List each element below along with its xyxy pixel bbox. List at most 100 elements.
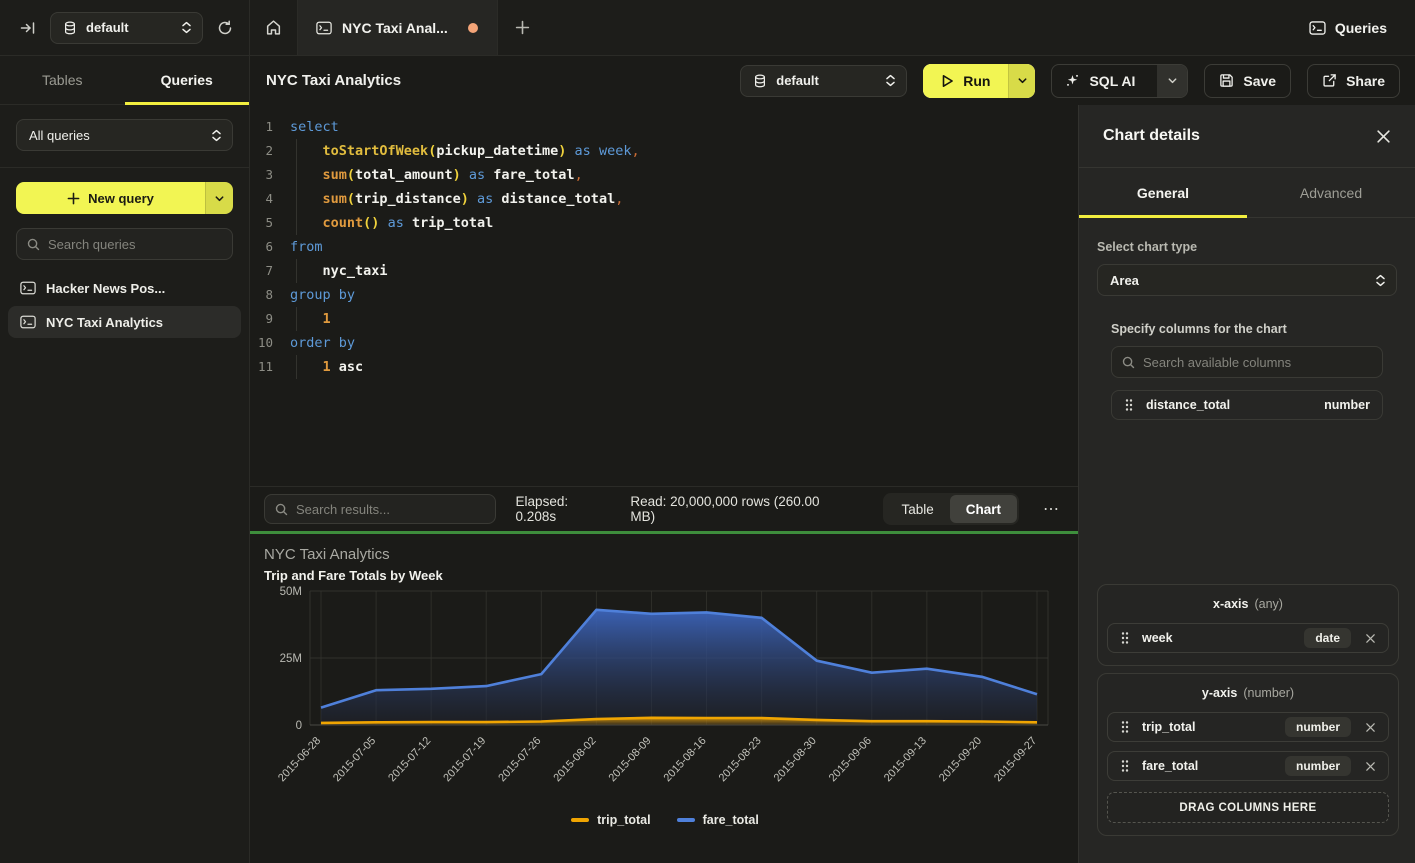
- code-line[interactable]: 4 sum(trip_distance) as distance_total,: [250, 187, 1078, 211]
- run-label: Run: [963, 73, 990, 89]
- code-text: group by: [290, 283, 355, 307]
- view-toggle: Table Chart: [883, 493, 1019, 525]
- svg-text:2015-07-19: 2015-07-19: [441, 735, 488, 784]
- query-list-item[interactable]: Hacker News Pos...: [8, 272, 241, 304]
- svg-text:50M: 50M: [280, 586, 302, 598]
- chart-type-select[interactable]: Area: [1097, 264, 1397, 296]
- legend-item-fare_total[interactable]: fare_total: [677, 813, 759, 827]
- code-line[interactable]: 10order by: [250, 331, 1078, 355]
- queries-nav-button[interactable]: Queries: [1309, 20, 1387, 36]
- field-name: fare_total: [1142, 759, 1273, 773]
- top-bar-right: Queries: [1309, 0, 1415, 55]
- rows-read: Read: 20,000,000 rows (260.00 MB): [630, 494, 843, 524]
- query-search-section: [0, 214, 249, 268]
- field-name: week: [1142, 631, 1292, 645]
- new-query-dropdown[interactable]: [205, 182, 233, 214]
- save-icon: [1219, 73, 1234, 88]
- remove-field-icon[interactable]: [1363, 759, 1378, 774]
- sql-ai-dropdown[interactable]: [1157, 65, 1187, 97]
- queries-nav-label: Queries: [1335, 20, 1387, 36]
- svg-text:2015-08-16: 2015-08-16: [662, 735, 709, 784]
- sidebar-tab-queries[interactable]: Queries: [125, 56, 250, 104]
- code-line[interactable]: 2 toStartOfWeek(pickup_datetime) as week…: [250, 139, 1078, 163]
- database-selector[interactable]: default: [50, 12, 203, 44]
- remove-field-icon[interactable]: [1363, 720, 1378, 735]
- top-bar-left: default: [0, 0, 250, 55]
- legend-label: trip_total: [597, 813, 650, 827]
- y-axis-hint: (number): [1243, 686, 1294, 700]
- close-icon[interactable]: [1376, 129, 1391, 144]
- code-line[interactable]: 11 1 asc: [250, 355, 1078, 379]
- legend-item-trip_total[interactable]: trip_total: [571, 813, 650, 827]
- line-number: 3: [250, 163, 290, 187]
- sidebar-tab-tables[interactable]: Tables: [0, 56, 125, 104]
- columns-search-input[interactable]: [1143, 355, 1372, 370]
- chart-pane: NYC Taxi Analytics Trip and Fare Totals …: [250, 534, 1078, 863]
- available-column-distance_total[interactable]: distance_totalnumber: [1111, 390, 1383, 420]
- share-button[interactable]: Share: [1307, 64, 1400, 98]
- query-item-label: NYC Taxi Analytics: [46, 315, 163, 330]
- sql-editor[interactable]: 1select2 toStartOfWeek(pickup_datetime) …: [250, 105, 1078, 487]
- results-search-input[interactable]: [296, 502, 485, 517]
- drag-handle-icon[interactable]: [1120, 720, 1130, 734]
- query-search-input[interactable]: [48, 237, 222, 252]
- query-filter-select[interactable]: All queries: [16, 119, 233, 151]
- svg-text:2015-08-09: 2015-08-09: [606, 735, 653, 784]
- tab-strip: NYC Taxi Anal...: [250, 0, 546, 55]
- view-toggle-table[interactable]: Table: [885, 495, 949, 523]
- y-axis-title: y-axis(number): [1107, 686, 1389, 700]
- panel-tab-advanced[interactable]: Advanced: [1247, 168, 1415, 217]
- save-button[interactable]: Save: [1204, 64, 1291, 98]
- line-number: 1: [250, 115, 290, 139]
- svg-text:2015-08-30: 2015-08-30: [772, 735, 819, 784]
- y-axis-box: y-axis(number) trip_totalnumber fare_tota…: [1097, 673, 1399, 836]
- query-list-item[interactable]: NYC Taxi Analytics: [8, 306, 241, 338]
- new-tab-plus-icon[interactable]: [498, 0, 546, 55]
- tab-nyc-taxi-analytics[interactable]: NYC Taxi Anal...: [298, 0, 498, 55]
- code-line[interactable]: 3 sum(total_amount) as fare_total,: [250, 163, 1078, 187]
- line-number: 5: [250, 211, 290, 235]
- line-number: 2: [250, 139, 290, 163]
- code-line[interactable]: 9 1: [250, 307, 1078, 331]
- collapse-sidebar-icon[interactable]: [20, 20, 36, 36]
- run-button[interactable]: Run: [923, 64, 1035, 98]
- y-axis-field-trip_total[interactable]: trip_totalnumber: [1107, 712, 1389, 742]
- query-filter-value: All queries: [29, 128, 202, 143]
- code-line[interactable]: 7 nyc_taxi: [250, 259, 1078, 283]
- code-line[interactable]: 1select: [250, 115, 1078, 139]
- more-options-icon[interactable]: ⋯: [1039, 497, 1064, 521]
- drag-handle-icon[interactable]: [1120, 759, 1130, 773]
- unsaved-changes-dot: [468, 23, 478, 33]
- chart-title: NYC Taxi Analytics: [264, 546, 1066, 563]
- new-query-button[interactable]: New query: [16, 182, 233, 214]
- svg-text:0: 0: [296, 720, 302, 732]
- sql-ai-button[interactable]: SQL AI: [1051, 64, 1188, 98]
- drag-handle-icon[interactable]: [1124, 398, 1134, 412]
- code-line[interactable]: 6from: [250, 235, 1078, 259]
- panel-tab-general[interactable]: General: [1079, 168, 1247, 217]
- remove-field-icon[interactable]: [1363, 631, 1378, 646]
- code-line[interactable]: 5 count() as trip_total: [250, 211, 1078, 235]
- results-chart: 025M50M2015-06-282015-07-052015-07-12201…: [264, 583, 1066, 811]
- run-options-dropdown[interactable]: [1008, 64, 1035, 98]
- svg-text:2015-09-27: 2015-09-27: [992, 735, 1039, 784]
- home-icon[interactable]: [250, 0, 298, 55]
- chevrons-updown-icon: [885, 74, 896, 87]
- line-number: 11: [250, 355, 290, 379]
- drag-handle-icon[interactable]: [1120, 631, 1130, 645]
- x-axis-field-week[interactable]: weekdate: [1107, 623, 1389, 653]
- run-database-selector[interactable]: default: [740, 65, 907, 97]
- y-axis-field-fare_total[interactable]: fare_totalnumber: [1107, 751, 1389, 781]
- code-line[interactable]: 8group by: [250, 283, 1078, 307]
- query-list: Hacker News Pos... NYC Taxi Analytics: [0, 268, 249, 342]
- view-toggle-chart[interactable]: Chart: [950, 495, 1017, 523]
- svg-text:25M: 25M: [280, 653, 302, 665]
- refresh-icon[interactable]: [217, 20, 233, 36]
- columns-label: Specify columns for the chart: [1111, 322, 1397, 336]
- svg-text:2015-09-20: 2015-09-20: [937, 735, 984, 784]
- column-name: distance_total: [1146, 398, 1312, 412]
- code-text: 1 asc: [290, 355, 363, 379]
- search-icon: [275, 503, 288, 516]
- new-query-label: New query: [88, 191, 154, 206]
- drag-columns-drop-target[interactable]: DRAG COLUMNS HERE: [1107, 792, 1389, 823]
